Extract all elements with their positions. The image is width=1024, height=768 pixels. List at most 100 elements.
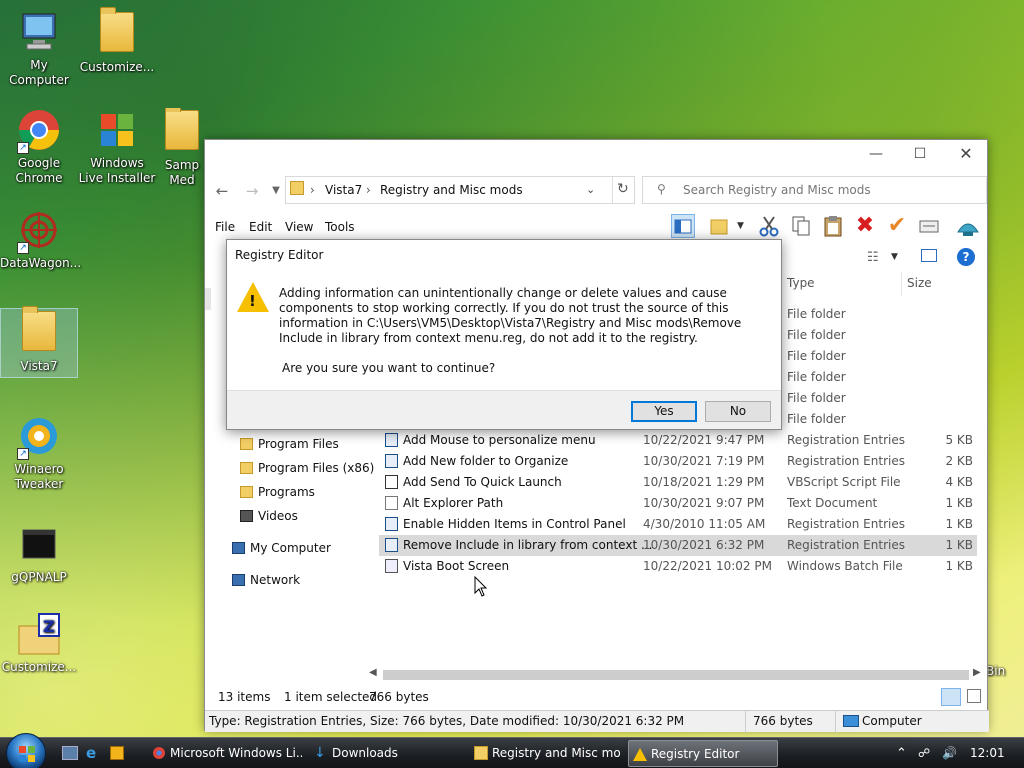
table-row[interactable]: Enable Hidden Items in Control Panel 4/3… [379, 514, 977, 535]
media-player-icon[interactable] [110, 746, 124, 760]
nav-item-program-files[interactable]: Program Files [240, 437, 339, 451]
desktop-icon-customize-2[interactable]: Z Customize... [0, 612, 78, 675]
folder-icon [17, 306, 61, 355]
organize-folder-icon[interactable] [708, 214, 732, 238]
table-row[interactable]: Alt Explorer Path 10/30/2021 9:07 PM Tex… [379, 493, 977, 514]
nav-item-network[interactable]: Network [232, 573, 300, 587]
warning-exclamation: ! [249, 292, 256, 310]
clock[interactable]: 12:01 AM [970, 738, 1024, 768]
taskbar-item-registry-mods-folder[interactable]: Registry and Misc mo... [470, 740, 620, 767]
scroll-thumb[interactable] [383, 670, 969, 680]
horizontal-scrollbar[interactable]: ◀ ▶ [367, 667, 987, 683]
table-row[interactable]: Add New folder to Organize 10/30/2021 7:… [379, 451, 977, 472]
copy-icon[interactable] [789, 214, 813, 238]
table-row[interactable]: Add Send To Quick Launch 10/18/2021 1:29… [379, 472, 977, 493]
details-pane-icon[interactable] [921, 249, 937, 262]
search-placeholder: Search Registry and Misc mods [683, 183, 871, 197]
breadcrumb-current[interactable]: Registry and Misc mods [380, 183, 523, 197]
minimize-button[interactable]: — [853, 140, 899, 170]
delete-icon[interactable]: ✖ [853, 214, 877, 238]
desktop-icon-label: Windows Live Installer [78, 156, 156, 185]
desktop-icon-label: Bin [986, 664, 1006, 678]
download-arrow-icon: ↓ [314, 745, 326, 761]
desktop-icon-google-chrome[interactable]: ↗ Google Chrome [0, 108, 78, 186]
checkmark-icon[interactable]: ✔ [885, 214, 909, 238]
table-row-selected[interactable]: Remove Include in library from context .… [379, 535, 977, 556]
datawagon-icon: ↗ [17, 208, 61, 254]
desktop-icon-datawagon[interactable]: ↗ DataWagon... [0, 208, 81, 271]
maximize-button[interactable]: ☐ [897, 140, 943, 170]
back-arrow-icon[interactable]: ← [211, 180, 233, 202]
scroll-left-icon[interactable]: ◀ [369, 667, 377, 678]
network-tray-icon[interactable]: ☍ [918, 738, 930, 768]
large-icons-view-icon[interactable] [967, 689, 981, 703]
status-bytes: 766 bytes [369, 690, 429, 704]
registry-file-icon [385, 454, 398, 468]
desktop-icon-windows-live-installer[interactable]: Windows Live Installer [78, 108, 156, 186]
details-view-icon[interactable] [941, 688, 961, 706]
cut-icon[interactable] [757, 214, 781, 238]
explorer-window[interactable]: — ☐ ✕ ← → ▼ › Vista7 › Registry and Misc… [204, 139, 989, 733]
nav-item-my-computer[interactable]: My Computer [232, 541, 331, 555]
column-header-size[interactable]: Size [907, 276, 932, 296]
internet-explorer-icon[interactable]: e [86, 744, 96, 762]
recent-chevron-icon[interactable]: ▼ [265, 180, 287, 202]
column-divider [901, 272, 902, 296]
paste-icon[interactable] [821, 214, 845, 238]
taskbar-item-registry-editor[interactable]: Registry Editor [628, 740, 778, 767]
yes-button[interactable]: Yes [631, 401, 697, 422]
menu-view[interactable]: View [285, 220, 313, 234]
desktop-icon-label: Winaero Tweaker [14, 462, 64, 491]
address-bar[interactable]: › Vista7 › Registry and Misc mods ⌄ ↻ [285, 176, 635, 204]
table-row[interactable]: Vista Boot Screen 10/22/2021 10:02 PM Wi… [379, 556, 977, 577]
desktop-icon-customize-1[interactable]: Customize... [78, 7, 156, 75]
taskbar-item-downloads[interactable]: ↓ Downloads [310, 740, 460, 767]
desktop-icon-recycle-bin[interactable]: Bin [986, 664, 1024, 679]
registry-editor-dialog[interactable]: Registry Editor ! Adding information can… [226, 239, 782, 430]
breadcrumb-vista7[interactable]: Vista7 [325, 183, 362, 197]
close-button[interactable]: ✕ [943, 140, 989, 170]
desktop-icon-vista7[interactable]: Vista7 [0, 306, 78, 378]
nav-item-videos[interactable]: Videos [240, 509, 298, 523]
registry-file-icon [385, 517, 398, 531]
details-text: Type: Registration Entries, Size: 766 by… [209, 714, 685, 728]
taskbar: e Microsoft Windows Li... ↓ Downloads Re… [0, 733, 1024, 768]
chevron-down-icon[interactable]: ▼ [891, 252, 898, 262]
chevron-down-icon[interactable]: ⌄ [586, 183, 595, 196]
menu-tools[interactable]: Tools [325, 220, 355, 234]
show-desktop-icon[interactable] [62, 746, 78, 760]
taskbar-item-chrome[interactable]: Microsoft Windows Li... [148, 740, 302, 767]
divider [835, 711, 836, 733]
forward-arrow-icon[interactable]: → [241, 180, 263, 202]
nav-item-program-files-x86[interactable]: Program Files (x86) [240, 461, 374, 475]
desktop-icon-label: Customize... [79, 60, 155, 74]
start-button[interactable] [6, 733, 46, 768]
no-button[interactable]: No [705, 401, 771, 422]
view-list-icon[interactable]: ☷ [867, 250, 879, 265]
text-file-icon [385, 496, 398, 510]
menu-edit[interactable]: Edit [249, 220, 272, 234]
folder-icon [95, 7, 139, 56]
volume-icon[interactable]: 🔊 [942, 738, 957, 768]
desktop-icon-my-computer[interactable]: My Computer [0, 10, 78, 88]
desktop-icon-label: Google Chrome [15, 156, 63, 185]
scroll-right-icon[interactable]: ▶ [973, 667, 981, 678]
nav-item-programs[interactable]: Programs [240, 485, 315, 499]
desktop-icon-sample-media[interactable]: Samp Med [160, 108, 204, 188]
chevron-down-icon[interactable]: ▼ [737, 214, 749, 238]
desktop-icon-gqpnalp[interactable]: gQPNALP [0, 522, 78, 585]
properties-icon[interactable] [917, 214, 941, 238]
explorer-titlebar[interactable]: — ☐ ✕ [205, 140, 987, 172]
desktop-icon-winaero-tweaker[interactable]: ↗ Winaero Tweaker [0, 414, 78, 492]
tray-chevron-up-icon[interactable]: ⌃ [896, 738, 907, 768]
table-row[interactable]: Add Mouse to personalize menu 10/22/2021… [379, 430, 977, 451]
menu-file[interactable]: File [215, 220, 235, 234]
search-input[interactable]: ⚲ Search Registry and Misc mods [642, 176, 987, 204]
shell-icon[interactable] [955, 214, 979, 238]
folder-icon [290, 181, 304, 195]
search-icon: ⚲ [657, 182, 666, 196]
preview-pane-icon[interactable] [671, 214, 695, 238]
help-icon[interactable]: ? [957, 248, 975, 266]
column-header-type[interactable]: Type [787, 276, 815, 296]
refresh-icon[interactable]: ↻ [617, 181, 629, 197]
